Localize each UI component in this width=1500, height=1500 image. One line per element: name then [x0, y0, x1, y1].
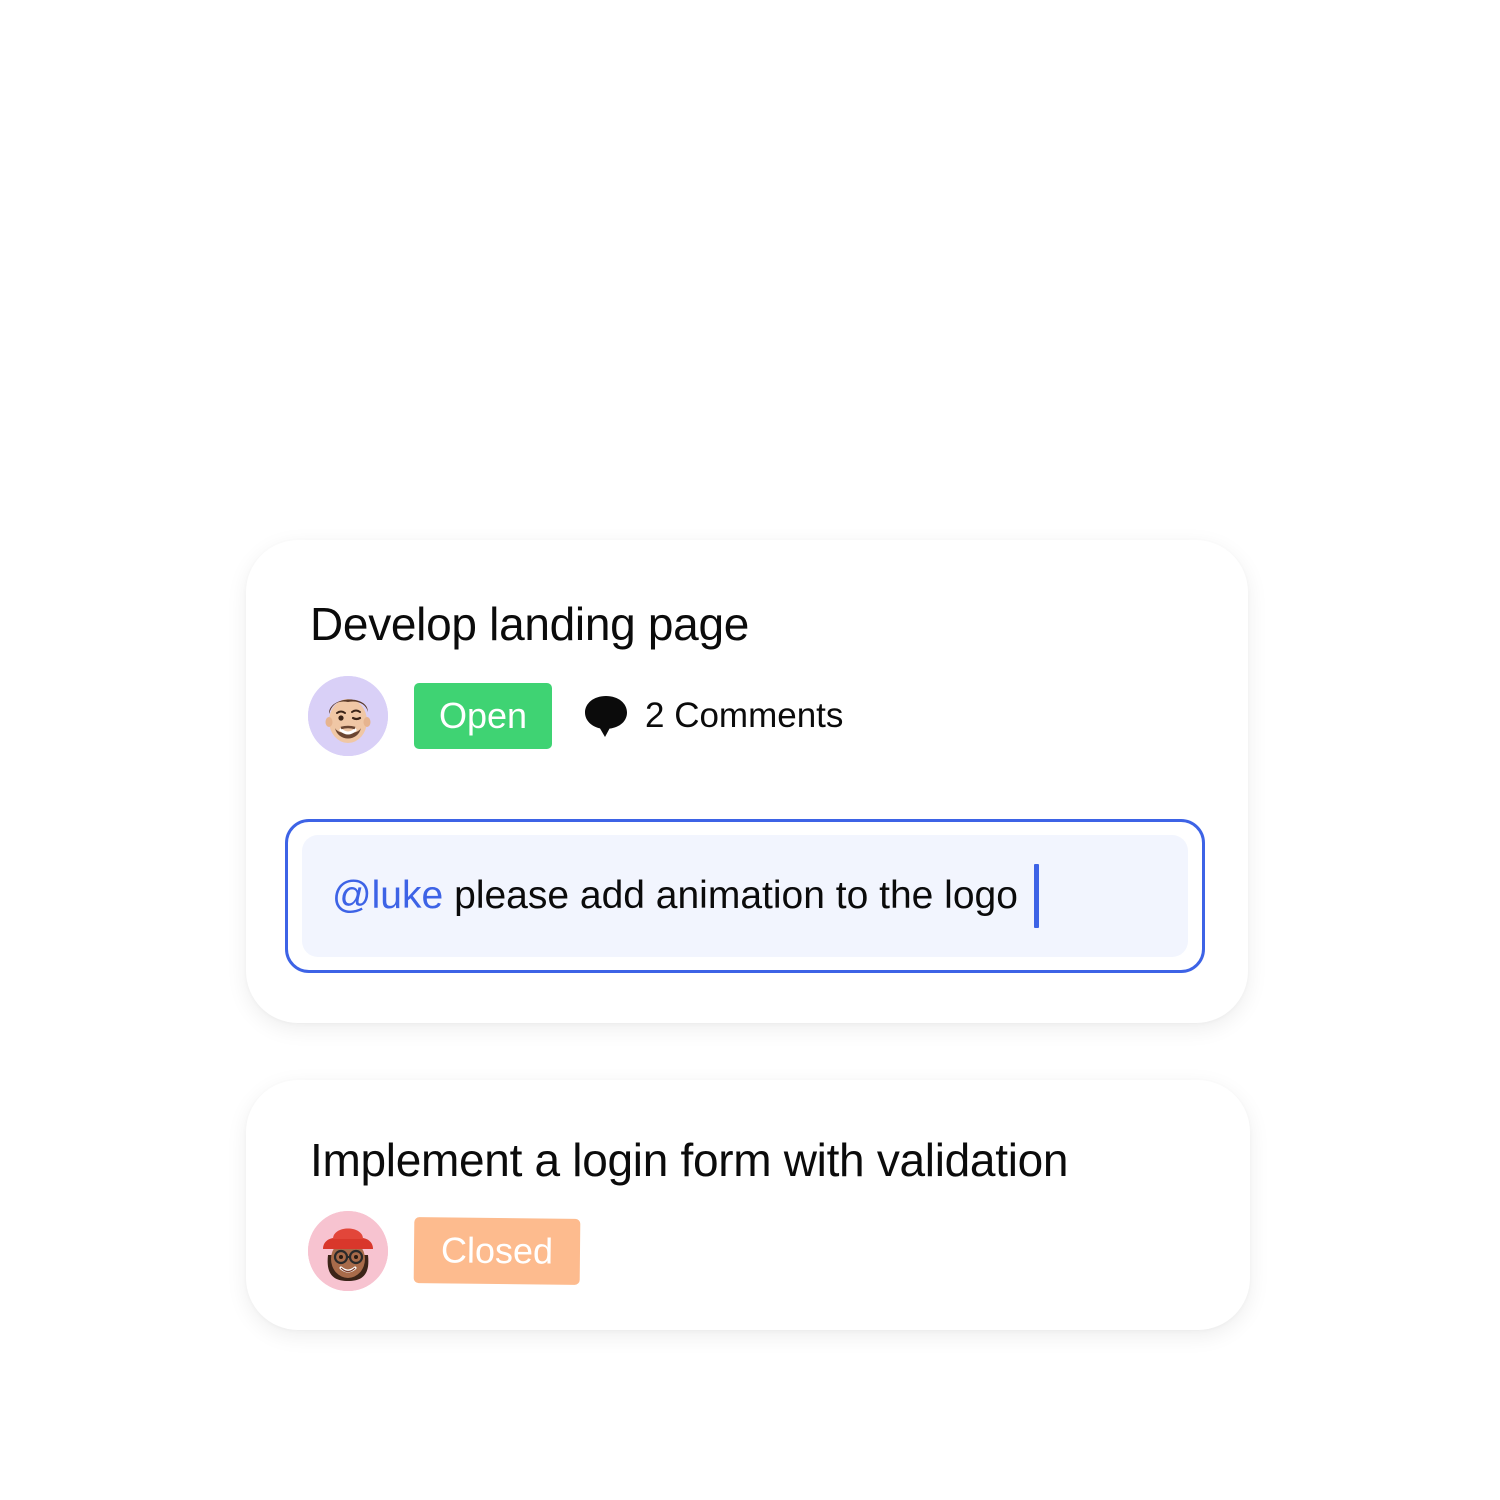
woman-memoji-avatar-icon — [308, 1211, 388, 1291]
avatar[interactable] — [308, 676, 388, 756]
man-memoji-avatar-icon — [308, 676, 388, 756]
task-card[interactable]: Implement a login form with validation C… — [246, 1080, 1250, 1330]
avatar[interactable] — [308, 1211, 388, 1291]
mention-tag[interactable]: @luke — [332, 874, 443, 918]
comment-text: please add animation to the logo — [454, 874, 1018, 917]
comments-link[interactable]: 2 Comments — [583, 691, 843, 741]
task-title: Develop landing page — [310, 598, 750, 650]
comments-count-label: 2 Comments — [645, 696, 844, 735]
stage: Develop landing page Open 2 Comments @lu… — [0, 0, 1500, 1500]
speech-bubble-icon — [585, 696, 627, 737]
comment-input-field[interactable]: @luke please add animation to the logo — [302, 835, 1188, 957]
text-cursor — [1033, 864, 1039, 928]
status-badge-open[interactable]: Open — [414, 683, 552, 749]
task-title: Implement a login form with validation — [310, 1134, 1069, 1186]
task-card[interactable]: Develop landing page Open 2 Comments @lu… — [246, 540, 1248, 1023]
comment-input[interactable]: @luke please add animation to the logo — [285, 819, 1205, 973]
status-badge-closed[interactable]: Closed — [413, 1217, 581, 1285]
